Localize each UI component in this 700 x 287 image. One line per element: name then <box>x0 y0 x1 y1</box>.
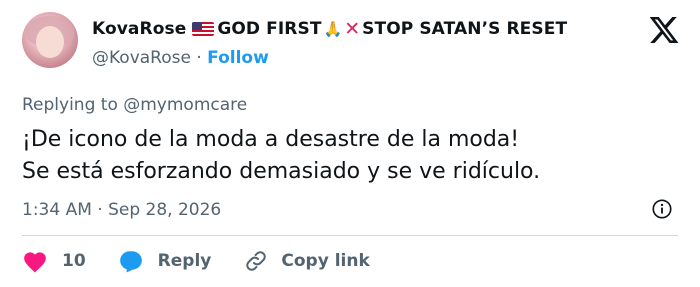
replying-to: Replying to @mymomcare <box>22 95 247 115</box>
tweet-timestamp[interactable]: 1:34 AM · Sep 28, 2026 <box>22 200 221 220</box>
copy-link-label: Copy link <box>281 251 370 271</box>
link-icon <box>246 251 267 271</box>
reply-bubble-icon <box>119 251 142 273</box>
info-icon[interactable] <box>651 198 673 220</box>
replying-to-handle[interactable]: @mymomcare <box>123 95 247 115</box>
author-name-suffix-2: STOP SATAN’S RESET <box>362 19 568 39</box>
avatar-face <box>36 26 64 58</box>
reply-button[interactable]: Reply <box>118 249 212 273</box>
divider <box>22 235 678 236</box>
tweet-text-line-1: ¡De icono de la moda a desastre de la mo… <box>22 127 520 152</box>
author-handle-row: @KovaRose · Follow <box>92 48 269 68</box>
tweet-text-line-2: Se está esforzando demasiado y se ve rid… <box>22 159 541 184</box>
like-button[interactable]: 10 <box>22 249 86 273</box>
author-name-suffix-1: GOD FIRST <box>217 19 322 39</box>
x-logo-icon[interactable] <box>648 14 680 46</box>
us-flag-icon <box>192 22 215 36</box>
replying-to-prefix: Replying to <box>22 95 118 115</box>
like-count: 10 <box>62 251 86 271</box>
praying-hands-icon: 🙏 <box>323 20 343 38</box>
copy-link-button[interactable]: Copy link <box>243 249 370 273</box>
reply-label: Reply <box>157 251 212 271</box>
author-handle[interactable]: @KovaRose <box>92 48 191 68</box>
follow-button[interactable]: Follow <box>207 48 269 68</box>
action-bar: 10 Reply Copy link <box>22 249 370 273</box>
author-name-row[interactable]: KovaRose GOD FIRST 🙏 ✕ STOP SATAN’S RESE… <box>92 18 567 40</box>
handle-separator: · <box>196 48 202 68</box>
tweet-text: ¡De icono de la moda a desastre de la mo… <box>22 124 540 188</box>
cross-mark-icon: ✕ <box>344 18 361 40</box>
author-display-name[interactable]: KovaRose <box>92 19 186 39</box>
heart-icon <box>24 252 46 273</box>
avatar[interactable] <box>22 12 78 68</box>
